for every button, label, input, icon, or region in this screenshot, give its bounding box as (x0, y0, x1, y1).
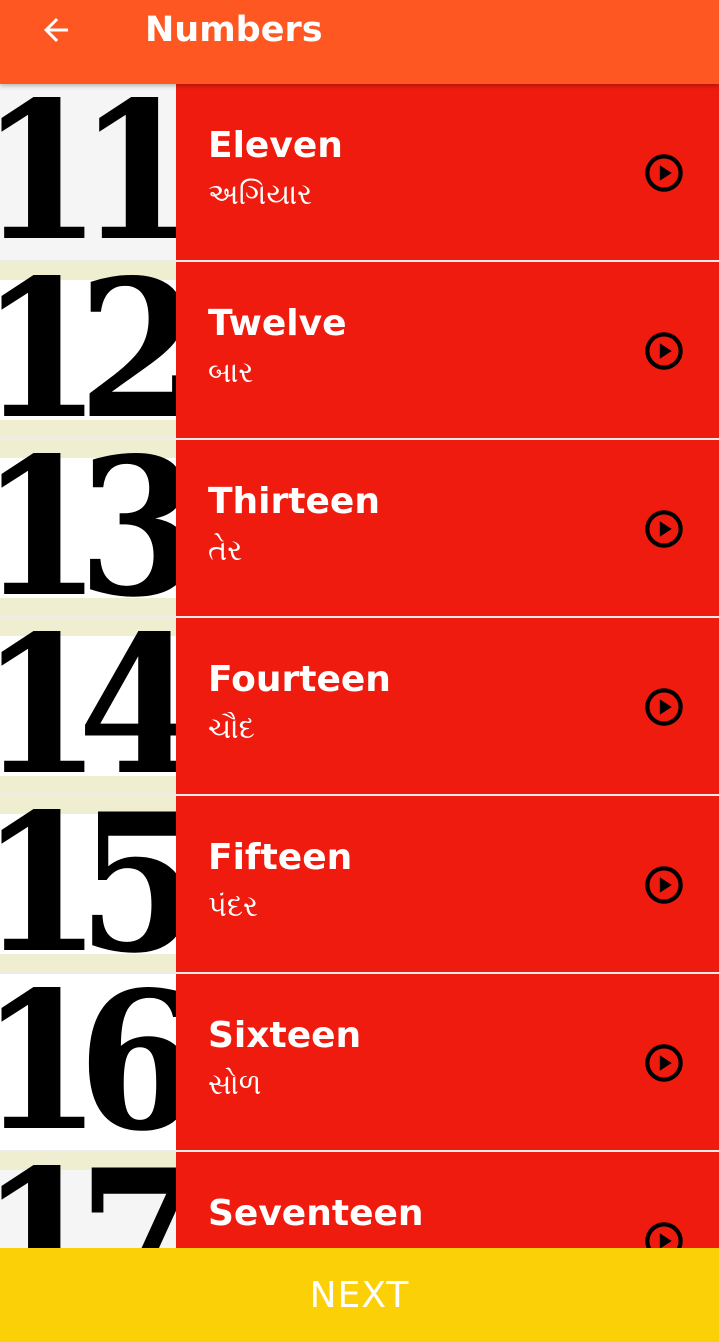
play-icon[interactable] (643, 1220, 685, 1248)
english-word: Fourteen (208, 659, 391, 700)
number-digits: 11 (0, 84, 176, 260)
list-item-content[interactable]: Sixteen સોળ (176, 974, 719, 1150)
english-word: Fifteen (208, 837, 353, 878)
gujarati-word: અગિયાર (208, 177, 313, 211)
list-item[interactable]: 15 Fifteen પંદર (0, 796, 719, 974)
english-word: Twelve (208, 303, 347, 344)
number-digits: 16 (0, 974, 176, 1150)
english-word: Sixteen (208, 1015, 362, 1056)
number-image: 11 (0, 84, 176, 260)
list-item-content[interactable]: Twelve બાર (176, 262, 719, 438)
app-bar: Numbers (0, 0, 719, 84)
next-button-label: NEXT (309, 1274, 410, 1316)
play-icon[interactable] (643, 864, 685, 906)
next-button[interactable]: NEXT (0, 1248, 719, 1342)
play-icon[interactable] (643, 508, 685, 550)
gujarati-word: પંદર (208, 889, 259, 923)
list-item-content[interactable]: Fourteen ચૌદ (176, 618, 719, 794)
list-item[interactable]: 16 Sixteen સોળ (0, 974, 719, 1152)
number-image: 17 (0, 1152, 176, 1248)
list-item-content[interactable]: Thirteen તેર (176, 440, 719, 616)
number-digits: 15 (0, 796, 176, 972)
list-item[interactable]: 17 Seventeen (0, 1152, 719, 1248)
arrow-left-icon (44, 18, 68, 42)
number-digits: 12 (0, 262, 176, 438)
number-image: 12 (0, 262, 176, 438)
play-icon[interactable] (643, 1042, 685, 1084)
list-item[interactable]: 13 Thirteen તેર (0, 440, 719, 618)
english-word: Thirteen (208, 481, 380, 522)
numbers-list[interactable]: 11 Eleven અગિયાર 12 Twelve બાર (0, 84, 719, 1248)
list-item-content[interactable]: Fifteen પંદર (176, 796, 719, 972)
number-digits: 14 (0, 618, 176, 794)
play-icon[interactable] (643, 152, 685, 194)
gujarati-word: બાર (208, 355, 254, 389)
number-image: 16 (0, 974, 176, 1150)
gujarati-word: તેર (208, 533, 243, 567)
page-title: Numbers (145, 10, 323, 50)
number-digits: 17 (0, 1152, 176, 1248)
list-item[interactable]: 11 Eleven અગિયાર (0, 84, 719, 262)
list-item-content[interactable]: Seventeen (176, 1152, 719, 1248)
number-image: 13 (0, 440, 176, 616)
list-item[interactable]: 12 Twelve બાર (0, 262, 719, 440)
number-image: 14 (0, 618, 176, 794)
gujarati-word: સોળ (208, 1067, 262, 1101)
play-icon[interactable] (643, 686, 685, 728)
list-item-content[interactable]: Eleven અગિયાર (176, 84, 719, 260)
number-image: 15 (0, 796, 176, 972)
number-digits: 13 (0, 440, 176, 616)
list-item[interactable]: 14 Fourteen ચૌદ (0, 618, 719, 796)
english-word: Eleven (208, 125, 343, 166)
play-icon[interactable] (643, 330, 685, 372)
app-root: Numbers 11 Eleven અગિયાર 12 (0, 0, 719, 1342)
english-word: Seventeen (208, 1193, 424, 1234)
back-button[interactable] (28, 6, 84, 54)
gujarati-word: ચૌદ (208, 711, 255, 745)
